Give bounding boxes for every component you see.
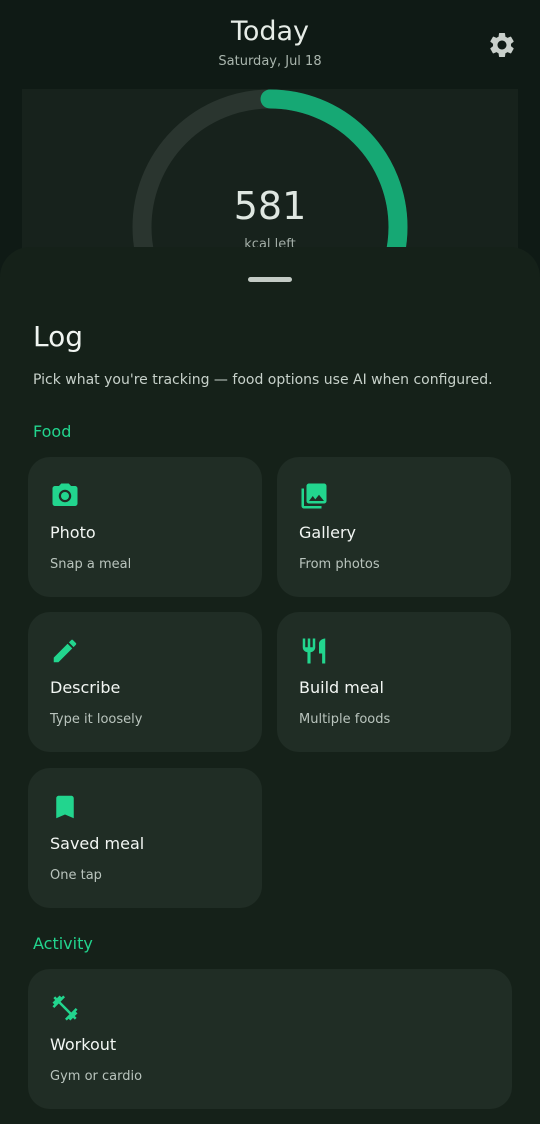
option-card-workout[interactable]: Workout Gym or cardio [28, 969, 512, 1109]
pencil-icon [53, 639, 77, 663]
sheet-title: Log [33, 320, 84, 353]
option-card-build-meal[interactable]: Build meal Multiple foods [277, 612, 511, 752]
camera-icon [52, 483, 78, 506]
page-title: Today [230, 16, 310, 47]
option-label: Workout [50, 1035, 117, 1054]
log-bottom-sheet: Log Pick what you're tracking — food opt… [0, 247, 540, 1124]
utensils-icon [302, 638, 326, 664]
option-desc: Snap a meal [50, 557, 132, 572]
date-label: Saturday, Jul 18 [218, 54, 322, 69]
option-label: Photo [50, 523, 96, 542]
option-label: Describe [50, 678, 121, 697]
dumbbell-icon [52, 995, 78, 1021]
activity-section-header: Activity [33, 934, 93, 953]
option-card-describe[interactable]: Describe Type it loosely [28, 612, 262, 752]
option-label: Saved meal [50, 834, 145, 853]
header: Today Saturday, Jul 18 [0, 0, 540, 90]
gallery-icon [301, 483, 327, 509]
option-card-photo[interactable]: Photo Snap a meal [28, 457, 262, 597]
option-desc: Gym or cardio [50, 1069, 143, 1084]
option-card-saved-meal[interactable]: Saved meal One tap [28, 768, 262, 908]
sheet-drag-handle[interactable] [248, 277, 292, 282]
sheet-subtitle: Pick what you're tracking — food options… [33, 372, 493, 388]
option-desc: Type it loosely [50, 712, 143, 727]
option-desc: One tap [50, 868, 102, 883]
option-desc: From photos [299, 557, 380, 572]
food-section-header: Food [33, 422, 72, 441]
option-label: Build meal [299, 678, 384, 697]
option-card-gallery[interactable]: Gallery From photos [277, 457, 511, 597]
option-desc: Multiple foods [299, 712, 391, 727]
option-label: Gallery [299, 523, 356, 542]
bookmark-icon [56, 795, 74, 819]
kcal-left-value: 581 [233, 184, 307, 228]
gear-icon[interactable] [487, 30, 517, 60]
